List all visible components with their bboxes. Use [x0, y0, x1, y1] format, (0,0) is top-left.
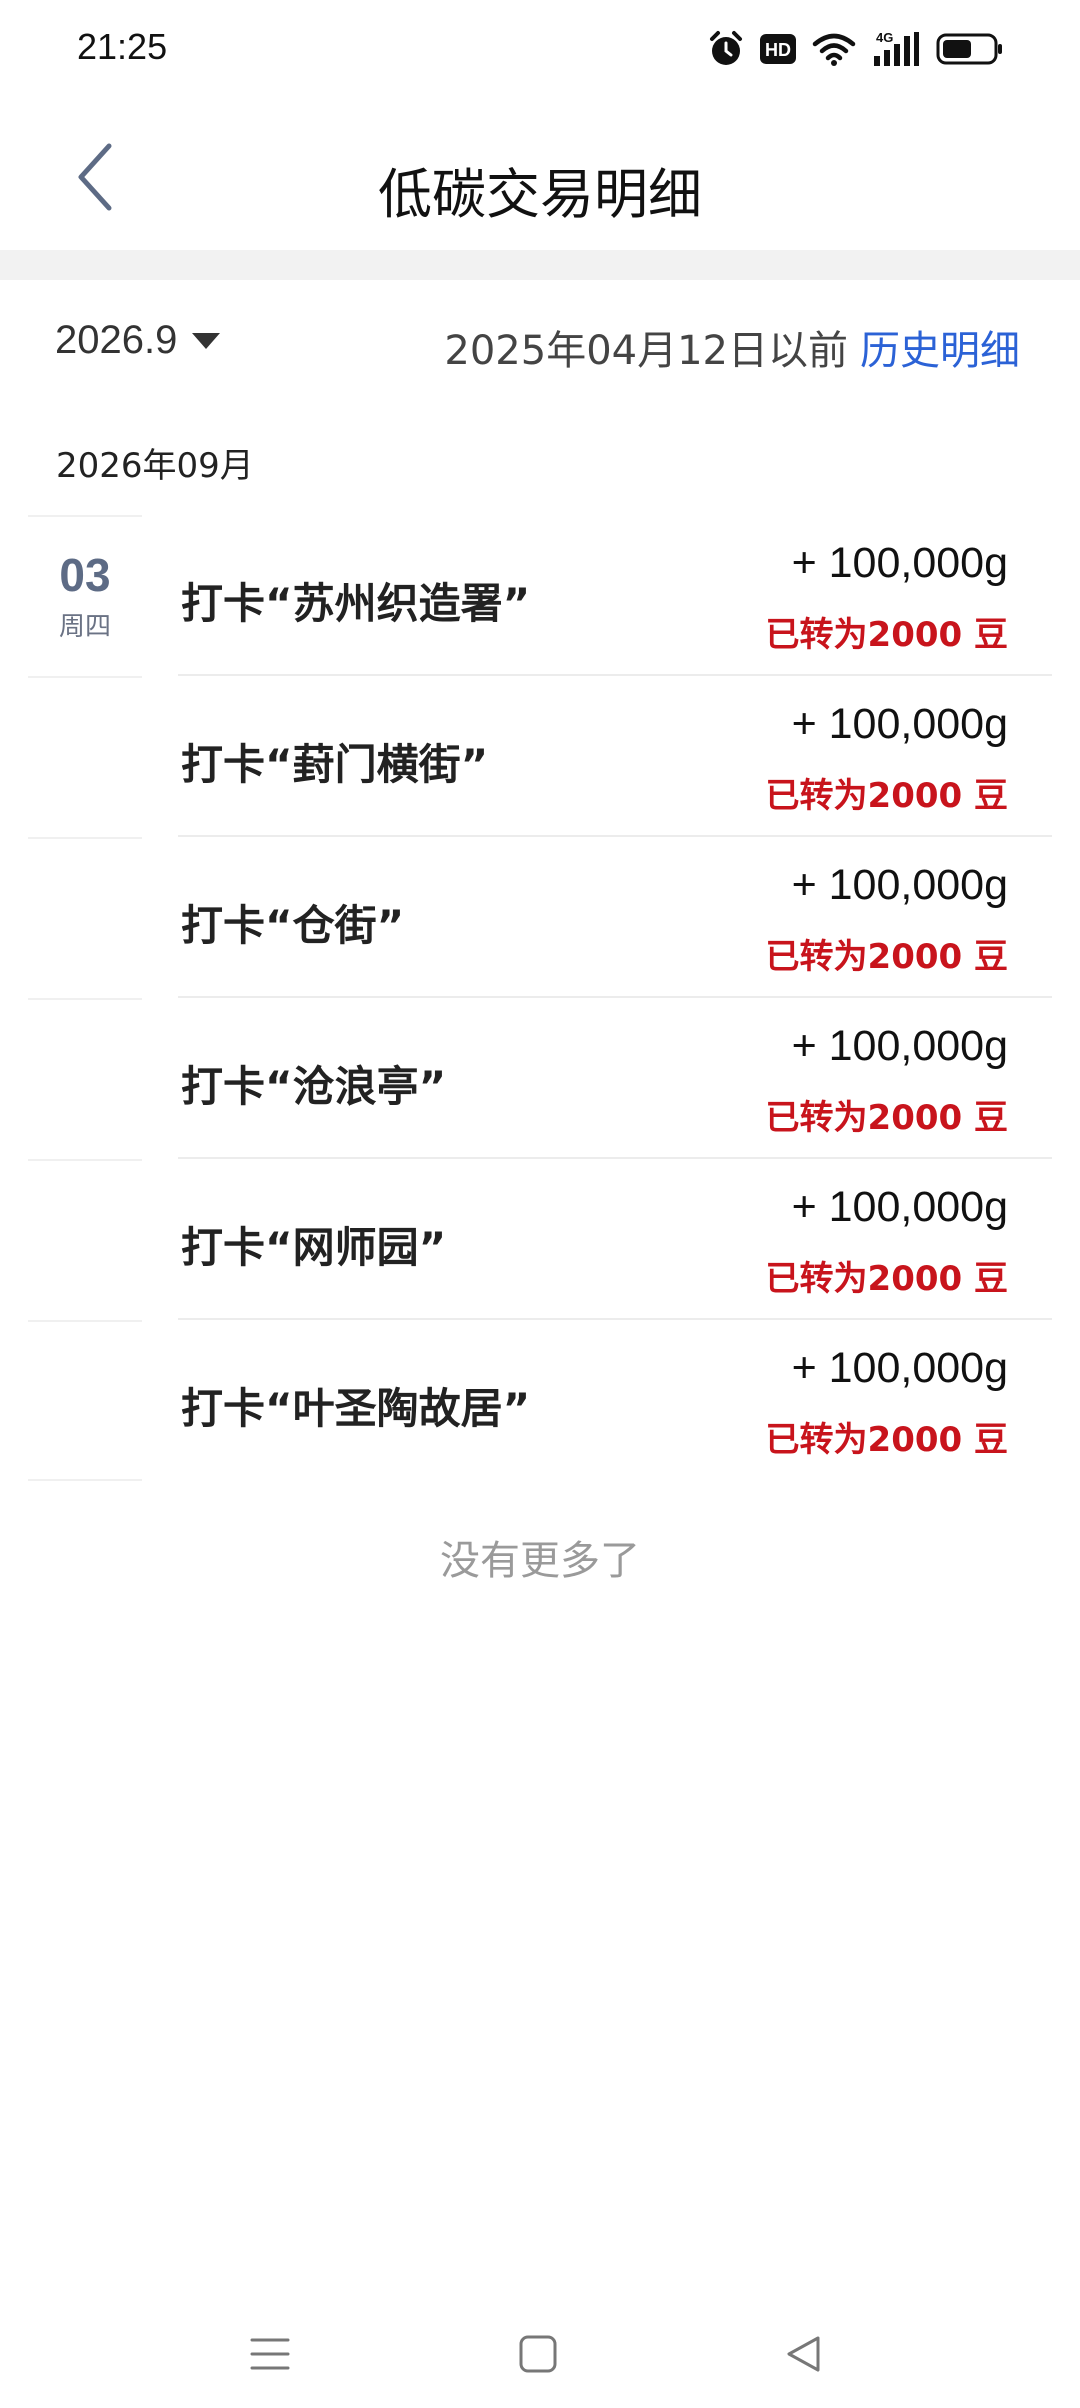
history-before-text: 2025年04月12日以前: [444, 328, 848, 374]
date-day: 03: [59, 548, 111, 601]
transaction-title: 打卡“沧浪亭”: [181, 1062, 447, 1111]
list-item[interactable]: 打卡“叶圣陶故居” + 100,000g 已转为2000 豆: [0, 1320, 1080, 1481]
page-title: 低碳交易明细: [378, 163, 702, 226]
transaction-amount: + 100,000g: [791, 1183, 1008, 1231]
transaction-body: 打卡“葑门横街” + 100,000g 已转为2000 豆: [178, 676, 1052, 837]
status-bar: 21:25 HD 4G: [0, 0, 1080, 96]
month-picker[interactable]: 2026.9: [55, 318, 221, 363]
back-icon: [787, 2336, 820, 2372]
svg-text:4G: 4G: [876, 30, 893, 45]
transaction-amount: + 100,000g: [791, 700, 1008, 748]
list-item[interactable]: 打卡“仓街” + 100,000g 已转为2000 豆: [0, 837, 1080, 998]
transaction-list: 03 周四 打卡“苏州织造署” + 100,000g 已转为2000 豆 打卡“…: [0, 515, 1080, 1481]
transaction-body: 打卡“苏州织造署” + 100,000g 已转为2000 豆: [178, 515, 1052, 676]
transaction-converted: 已转为2000 豆: [765, 1098, 1008, 1138]
list-item[interactable]: 打卡“葑门横街” + 100,000g 已转为2000 豆: [0, 676, 1080, 837]
svg-text:HD: HD: [765, 40, 791, 60]
transaction-title: 打卡“葑门横街”: [181, 740, 489, 789]
menu-icon: [250, 2338, 290, 2370]
list-item[interactable]: 03 周四 打卡“苏州织造署” + 100,000g 已转为2000 豆: [0, 515, 1080, 676]
home-button[interactable]: [506, 2322, 570, 2386]
date-column: [28, 1320, 142, 1481]
status-icons: HD 4G: [708, 28, 1004, 70]
date-column: [28, 998, 142, 1159]
transaction-title: 打卡“叶圣陶故居”: [181, 1384, 531, 1433]
section-month-header: 2026年09月: [56, 446, 254, 486]
transaction-converted: 已转为2000 豆: [765, 1420, 1008, 1460]
transaction-converted: 已转为2000 豆: [765, 937, 1008, 977]
caret-down-icon: [191, 331, 221, 351]
nav-back-button[interactable]: [772, 2322, 836, 2386]
list-item[interactable]: 打卡“网师园” + 100,000g 已转为2000 豆: [0, 1159, 1080, 1320]
wifi-icon: [812, 32, 856, 66]
transaction-title: 打卡“网师园”: [181, 1223, 447, 1272]
hd-icon: HD: [760, 34, 796, 64]
home-icon: [519, 2335, 557, 2373]
transaction-amount: + 100,000g: [791, 861, 1008, 909]
date-weekday: 周四: [58, 612, 111, 643]
no-more-text: 没有更多了: [440, 1538, 640, 1584]
transaction-amount: + 100,000g: [791, 1344, 1008, 1392]
transaction-body: 打卡“叶圣陶故居” + 100,000g 已转为2000 豆: [178, 1320, 1052, 1481]
battery-icon: [936, 32, 1004, 66]
date-column: [28, 1159, 142, 1320]
transaction-body: 打卡“沧浪亭” + 100,000g 已转为2000 豆: [178, 998, 1052, 1159]
nav-bar: [0, 2300, 1080, 2408]
transaction-amount: + 100,000g: [791, 539, 1008, 587]
signal-4g-icon: 4G: [872, 30, 920, 68]
status-time: 21:25: [77, 26, 168, 67]
transaction-title: 打卡“苏州织造署”: [181, 579, 531, 628]
alarm-icon: [708, 30, 744, 68]
history-link[interactable]: 历史明细: [860, 318, 1020, 376]
transaction-body: 打卡“网师园” + 100,000g 已转为2000 豆: [178, 1159, 1052, 1320]
month-value: 2026.9: [55, 318, 178, 362]
date-column: [28, 676, 142, 837]
transaction-converted: 已转为2000 豆: [765, 776, 1008, 816]
list-item[interactable]: 打卡“沧浪亭” + 100,000g 已转为2000 豆: [0, 998, 1080, 1159]
filter-row: 2026.9 2025年04月12日以前 历史明细: [0, 280, 1080, 405]
date-column: [28, 837, 142, 998]
transaction-converted: 已转为2000 豆: [765, 1259, 1008, 1299]
transaction-amount: + 100,000g: [791, 1022, 1008, 1070]
transaction-body: 打卡“仓街” + 100,000g 已转为2000 豆: [178, 837, 1052, 998]
menu-button[interactable]: [238, 2322, 302, 2386]
date-column: 03 周四: [28, 515, 142, 676]
history-info: 2025年04月12日以前 历史明细: [444, 318, 1020, 376]
transaction-converted: 已转为2000 豆: [765, 615, 1008, 655]
transaction-title: 打卡“仓街”: [181, 901, 405, 950]
divider-band: [0, 250, 1080, 280]
title-bar: 低碳交易明细: [0, 96, 1080, 250]
